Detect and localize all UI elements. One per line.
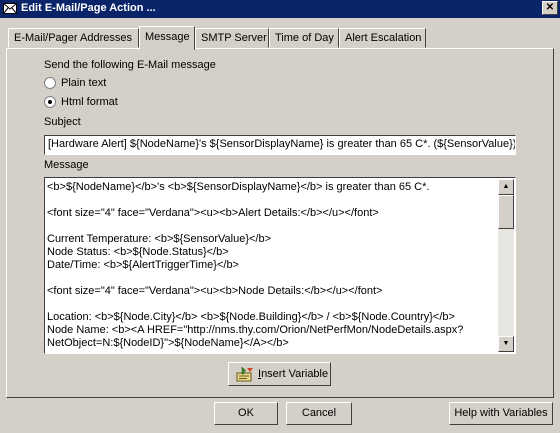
message-label: Message bbox=[44, 159, 89, 171]
plain-text-label[interactable]: Plain text bbox=[61, 77, 106, 89]
message-text[interactable]: <b>${NodeName}</b>'s <b>${SensorDisplayN… bbox=[47, 181, 497, 351]
subject-input[interactable]: [Hardware Alert] ${NodeName}'s ${SensorD… bbox=[44, 135, 516, 155]
scroll-down-button[interactable]: ▼ bbox=[498, 336, 514, 352]
insert-variable-icon bbox=[236, 367, 253, 382]
insert-variable-label-rest: nsert Variable bbox=[261, 368, 329, 380]
subject-label: Subject bbox=[44, 116, 81, 128]
insert-variable-button[interactable]: Insert Variable bbox=[228, 362, 331, 386]
format-label: Send the following E-Mail message bbox=[44, 59, 216, 71]
message-tab-content: Send the following E-Mail message Plain … bbox=[0, 0, 560, 433]
message-scrollbar[interactable]: ▲ ▼ bbox=[498, 179, 514, 352]
html-format-radio[interactable] bbox=[44, 96, 56, 108]
html-format-label[interactable]: Html format bbox=[61, 96, 118, 108]
scroll-up-button[interactable]: ▲ bbox=[498, 179, 514, 195]
scroll-thumb[interactable] bbox=[498, 195, 514, 229]
plain-text-radio[interactable] bbox=[44, 77, 56, 89]
insert-variable-label: Insert Variable bbox=[258, 368, 328, 380]
message-textarea[interactable]: <b>${NodeName}</b>'s <b>${SensorDisplayN… bbox=[44, 177, 516, 354]
radio-selected-dot bbox=[48, 100, 52, 104]
